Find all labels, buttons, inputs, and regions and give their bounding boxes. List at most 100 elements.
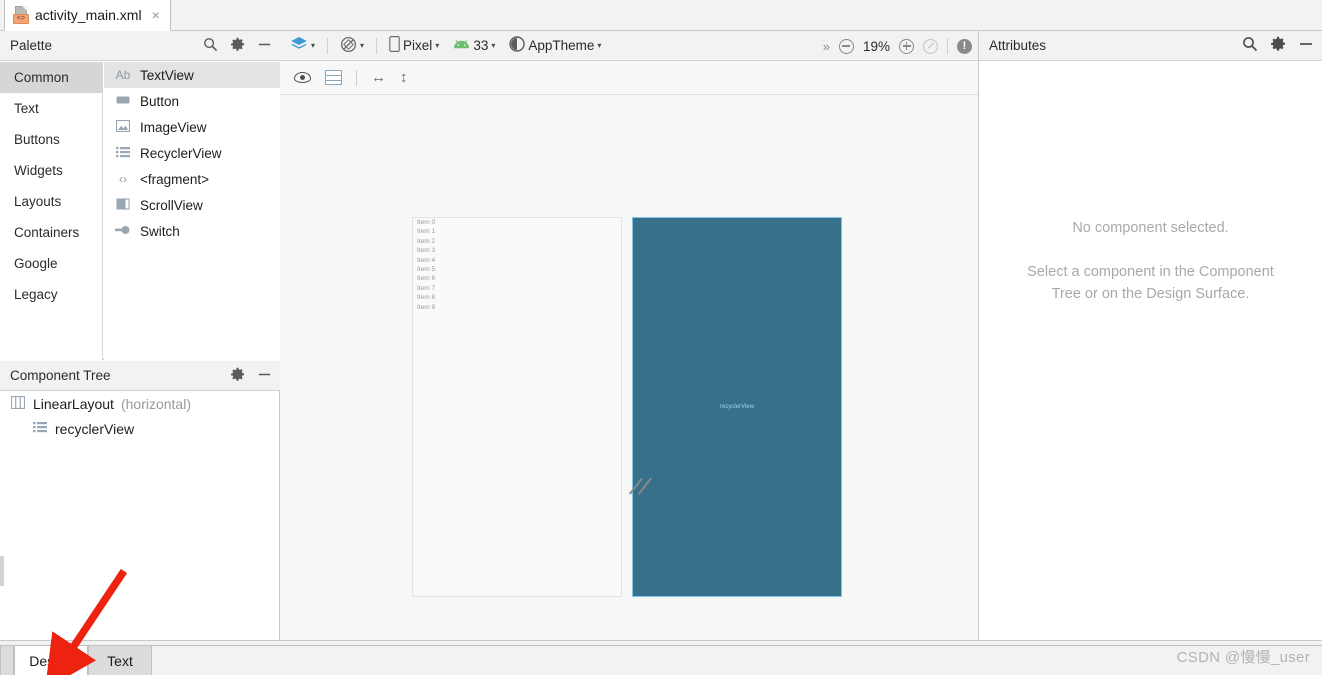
palette-body: Common Text Buttons Widgets Layouts Cont… <box>0 62 280 360</box>
palette-header: Palette <box>0 31 280 61</box>
component-tree-body: LinearLayout (horizontal) recyclerView <box>0 391 280 640</box>
divider <box>356 69 357 86</box>
theme-dropdown[interactable]: AppTheme ▾ <box>507 36 603 55</box>
minimize-icon[interactable] <box>257 37 272 56</box>
preview-list-item: Item 5 <box>417 266 436 274</box>
recyclerview-icon <box>32 421 48 436</box>
device-preview[interactable]: Item 0 Item 1 Item 2 Item 3 Item 4 Item … <box>412 217 622 597</box>
palette-item-recyclerview[interactable]: RecyclerView <box>104 140 280 166</box>
palette-item-label: ScrollView <box>140 197 203 213</box>
bottom-left-nub <box>0 645 14 675</box>
divider <box>376 37 378 54</box>
palette-category-legacy[interactable]: Legacy <box>0 279 102 310</box>
palette-category-google[interactable]: Google <box>0 248 102 279</box>
preview-list-item: Item 9 <box>417 303 436 311</box>
tree-node-recyclerview[interactable]: recyclerView <box>0 416 279 441</box>
palette-category-buttons[interactable]: Buttons <box>0 124 102 155</box>
palette-title: Palette <box>10 38 53 53</box>
left-tool-column: Palette Common Text Buttons Widgets Layo… <box>0 31 280 640</box>
attributes-empty-title: No component selected. <box>1072 220 1229 236</box>
eye-visibility-icon[interactable] <box>294 72 311 83</box>
xml-file-icon: <> <box>13 6 29 24</box>
palette-item-list: Ab TextView Button ImageView RecyclerVie… <box>104 62 280 360</box>
recyclerview-icon <box>114 146 132 161</box>
palette-item-button[interactable]: Button <box>104 88 280 114</box>
warning-icon[interactable]: ! <box>957 38 972 54</box>
gear-icon[interactable] <box>1270 36 1286 56</box>
design-surface-column: ▾ ▾ Pixel ▾ 33 ▾ AppTheme ▾ » 19% ! ↔ ↕ … <box>280 31 978 640</box>
search-icon[interactable] <box>1242 36 1258 56</box>
palette-category-widgets[interactable]: Widgets <box>0 155 102 186</box>
chevron-down-icon: ▾ <box>435 41 440 50</box>
design-secondary-toolbar: ↔ ↕ <box>280 61 978 95</box>
file-tab-activity-main-xml[interactable]: <> activity_main.xml × <box>4 0 171 31</box>
palette-item-switch[interactable]: Switch <box>104 218 280 244</box>
minimize-icon[interactable] <box>1298 36 1314 56</box>
api-level-label: 33 <box>473 38 489 53</box>
preview-list-item: Item 1 <box>417 228 436 236</box>
tree-node-label: recyclerView <box>55 420 135 437</box>
palette-category-text[interactable]: Text <box>0 93 102 124</box>
preview-list-item: Item 0 <box>417 219 436 226</box>
search-icon[interactable] <box>203 37 218 56</box>
zoom-level-label: 19% <box>862 38 890 54</box>
theme-label: AppTheme <box>528 38 595 53</box>
zoom-out-icon[interactable] <box>838 38 854 54</box>
xml-badge-label: <> <box>13 14 29 24</box>
attributes-title: Attributes <box>989 38 1047 53</box>
android-studio-layout-editor: <> activity_main.xml × Palette Common Te… <box>0 0 1322 675</box>
gear-icon[interactable] <box>230 37 245 56</box>
tree-node-suffix: (horizontal) <box>120 395 191 412</box>
switch-icon <box>114 224 132 238</box>
palette-item-label: <fragment> <box>140 171 210 187</box>
resize-handle-icon[interactable] <box>628 477 654 495</box>
phone-icon <box>389 36 400 55</box>
blueprint-preview[interactable]: recyclerView <box>632 217 842 597</box>
device-dropdown[interactable]: Pixel ▾ <box>387 36 441 55</box>
tab-text[interactable]: Text <box>88 645 152 675</box>
layers-dropdown[interactable]: ▾ <box>288 36 317 55</box>
textview-icon: Ab <box>115 68 131 82</box>
palette-category-common[interactable]: Common <box>0 62 102 93</box>
api-level-dropdown[interactable]: 33 ▾ <box>451 38 497 53</box>
design-toolbar: ▾ ▾ Pixel ▾ 33 ▾ AppTheme ▾ » 19% ! <box>280 31 978 61</box>
palette-item-imageview[interactable]: ImageView <box>104 114 280 140</box>
palette-item-label: Switch <box>140 223 180 239</box>
zoom-fit-icon[interactable] <box>923 38 938 54</box>
minimize-icon[interactable] <box>257 367 272 386</box>
preview-list-item: Item 4 <box>417 256 436 264</box>
palette-item-scrollview[interactable]: ScrollView <box>104 192 280 218</box>
toolbar-overflow-button[interactable]: » <box>823 40 830 53</box>
attributes-empty-hint: Select a component in the Component Tree… <box>1027 264 1274 302</box>
palette-category-containers[interactable]: Containers <box>0 217 102 248</box>
orientation-dropdown[interactable]: ▾ <box>338 36 366 56</box>
design-canvas[interactable]: Item 0 Item 1 Item 2 Item 3 Item 4 Item … <box>280 95 978 640</box>
palette-item-fragment[interactable]: ‹› <fragment> <box>104 166 280 192</box>
palette-item-label: Button <box>140 93 180 109</box>
chevron-down-icon: ▾ <box>597 41 602 50</box>
attributes-panel: Attributes No component selected. Select… <box>978 31 1322 640</box>
tab-design[interactable]: Design <box>14 645 88 675</box>
close-icon[interactable]: × <box>152 7 160 23</box>
palette-item-label: RecyclerView <box>140 145 222 161</box>
vertical-arrow-icon[interactable]: ↕ <box>400 69 408 86</box>
theme-contrast-icon <box>509 36 526 55</box>
divider <box>327 37 329 54</box>
palette-category-layouts[interactable]: Layouts <box>0 186 102 217</box>
preview-list-item: Item 6 <box>417 275 436 283</box>
chevron-down-icon: ▾ <box>311 41 316 50</box>
tree-node-linearlayout[interactable]: LinearLayout (horizontal) <box>0 391 279 416</box>
file-tab-label: activity_main.xml <box>35 7 142 23</box>
chevron-down-icon: ▾ <box>491 41 496 50</box>
orientation-rotate-icon <box>340 36 357 56</box>
preview-list-item: Item 7 <box>417 284 436 292</box>
zoom-in-icon[interactable] <box>899 38 914 54</box>
panel-resize-grip[interactable] <box>0 556 4 586</box>
gear-icon[interactable] <box>230 367 245 386</box>
horizontal-arrow-icon[interactable]: ↔ <box>371 69 386 86</box>
blueprint-rows-icon[interactable] <box>325 70 342 85</box>
button-icon <box>114 94 132 108</box>
attributes-header: Attributes <box>979 31 1322 61</box>
palette-item-textview[interactable]: Ab TextView <box>104 62 280 88</box>
divider <box>947 38 948 54</box>
